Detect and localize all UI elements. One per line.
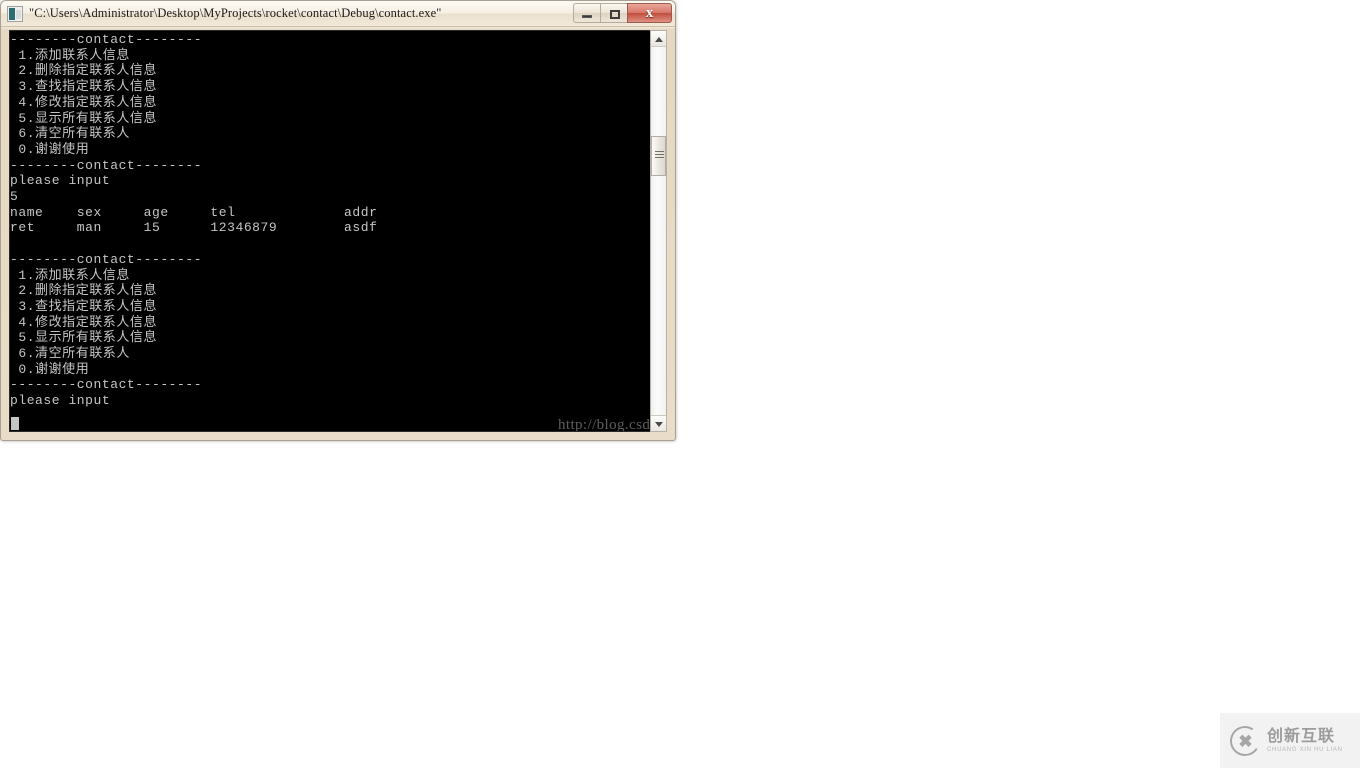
brand-logo: ✖ 创新互联 CHUANG XIN HU LIAN <box>1220 713 1360 768</box>
scrollbar-track[interactable] <box>651 47 666 415</box>
close-button[interactable]: x <box>627 2 672 23</box>
window-title: "C:\Users\Administrator\Desktop\MyProjec… <box>29 6 442 20</box>
chevron-down-icon <box>655 422 663 427</box>
scrollbar-thumb[interactable] <box>651 136 666 176</box>
console-window[interactable]: "C:\Users\Administrator\Desktop\MyProjec… <box>0 0 676 441</box>
brand-name-en: CHUANG XIN HU LIAN <box>1267 746 1343 753</box>
minimize-button[interactable] <box>573 2 600 23</box>
chevron-up-icon <box>655 37 663 42</box>
console-text: --------contact-------- 1.添加联系人信息 2.删除指定… <box>10 32 378 409</box>
console-caret <box>11 417 19 430</box>
maximize-button[interactable] <box>600 2 627 23</box>
console-vertical-scrollbar[interactable] <box>650 30 667 432</box>
brand-text: 创新互联 CHUANG XIN HU LIAN <box>1267 725 1343 755</box>
scroll-down-button[interactable] <box>651 415 666 431</box>
minimize-icon <box>582 14 592 18</box>
brand-name-cn: 创新互联 <box>1267 725 1336 745</box>
close-icon: x <box>645 4 654 21</box>
x-icon: ✖ <box>1238 731 1253 751</box>
scroll-up-button[interactable] <box>651 31 666 47</box>
brand-mark-icon: ✖ <box>1227 722 1263 759</box>
window-controls[interactable]: x <box>573 2 672 23</box>
grip-icon <box>655 151 664 161</box>
maximize-icon <box>610 9 620 19</box>
console-app-icon <box>7 5 23 22</box>
console-output-area[interactable]: --------contact-------- 1.添加联系人信息 2.删除指定… <box>9 30 659 432</box>
watermark-url: http://blog.csdn.net/ret_skd <box>558 417 658 432</box>
